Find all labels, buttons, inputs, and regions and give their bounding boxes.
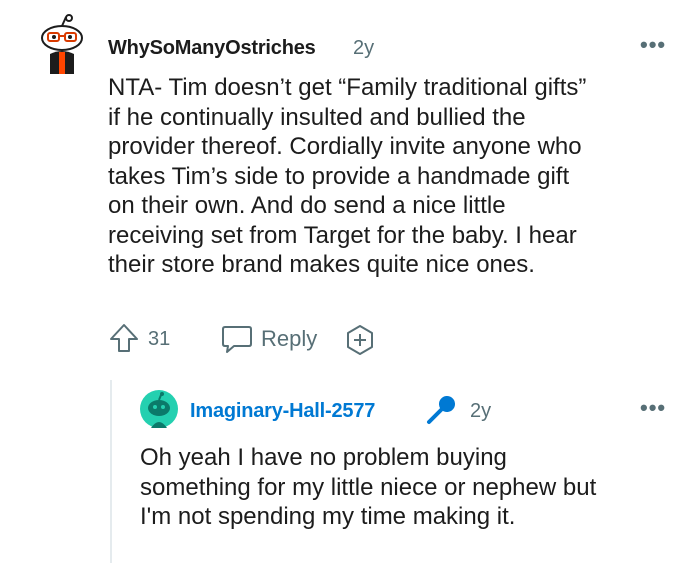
comment-timestamp: 2y bbox=[353, 37, 375, 59]
reply-timestamp: 2y bbox=[470, 400, 492, 422]
comment-username[interactable]: WhySoManyOstriches bbox=[108, 37, 316, 60]
reply-button[interactable]: Reply bbox=[261, 326, 317, 352]
reply-body: Oh yeah I have no problem buying somethi… bbox=[140, 444, 597, 530]
snoo-avatar-icon[interactable] bbox=[38, 14, 86, 76]
thread-line[interactable] bbox=[110, 380, 112, 563]
more-options-icon[interactable]: ••• bbox=[640, 32, 666, 58]
microphone-icon bbox=[427, 396, 455, 424]
comment-body: NTA- Tim doesn’t get “Family traditional… bbox=[108, 74, 587, 278]
reply-username[interactable]: Imaginary-Hall-2577 bbox=[190, 400, 375, 423]
speech-bubble-icon[interactable] bbox=[220, 324, 254, 354]
award-plus-icon[interactable] bbox=[344, 324, 376, 356]
more-options-icon[interactable]: ••• bbox=[640, 395, 666, 421]
vote-count: 31 bbox=[148, 328, 171, 350]
upvote-arrow-icon[interactable] bbox=[108, 322, 140, 354]
snoo-avatar-icon[interactable] bbox=[140, 390, 178, 428]
comment: WhySoManyOstriches 2y ••• NTA- Tim doesn… bbox=[0, 0, 700, 370]
